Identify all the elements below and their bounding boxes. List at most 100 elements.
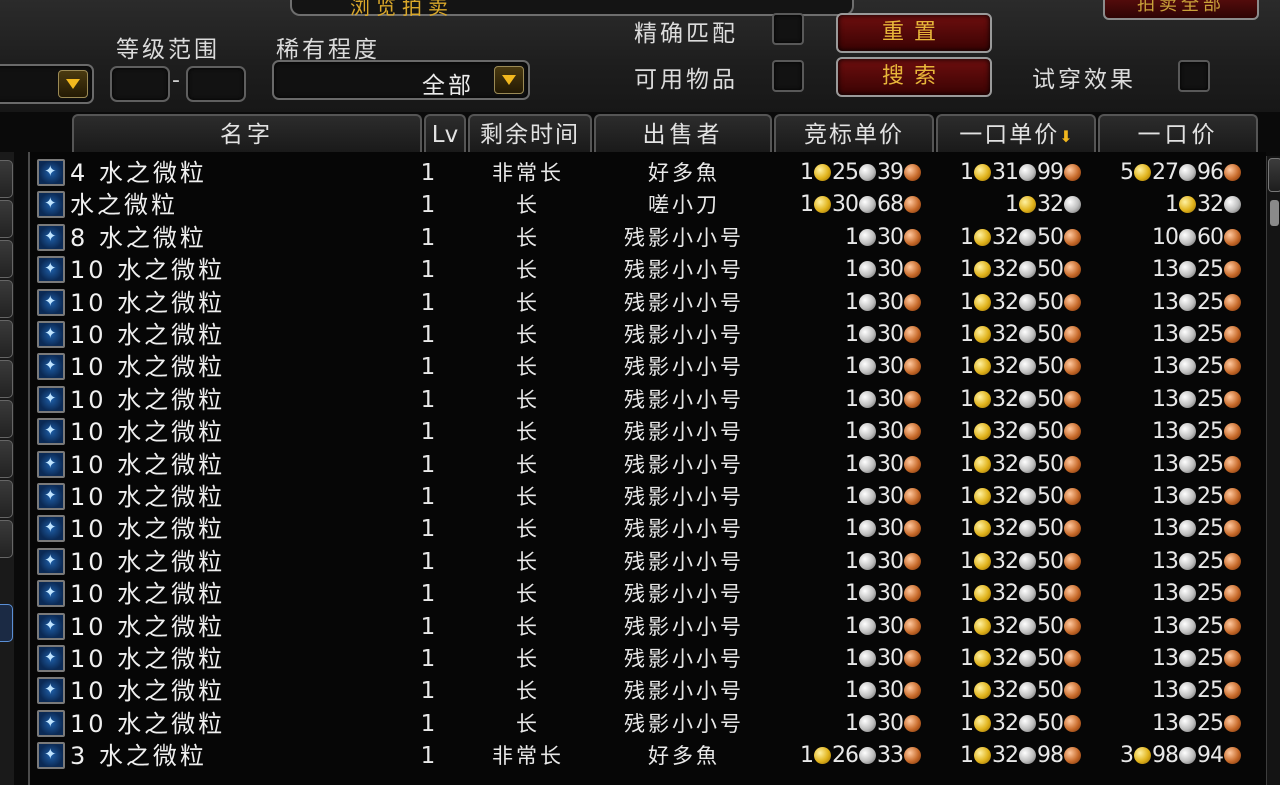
copper-amount: 50 [1037, 516, 1064, 541]
copper-coin-icon [1064, 488, 1081, 505]
auction-all-button[interactable]: 拍卖全部 [1103, 0, 1259, 20]
item-name[interactable]: 4 水之微粒 [70, 157, 207, 189]
rarity-label: 稀有程度 [276, 37, 380, 63]
table-row[interactable]: 10 水之微粒 1 长 残影小小号 1 30 1 32 50 13 25 [0, 254, 1264, 286]
table-row[interactable]: 8 水之微粒 1 长 残影小小号 1 30 1 32 50 10 60 [0, 222, 1264, 254]
copper-coin-icon [1064, 294, 1081, 311]
table-row[interactable]: 10 水之微粒 1 长 残影小小号 1 30 1 32 50 13 25 [0, 643, 1264, 675]
item-name[interactable]: 8 水之微粒 [70, 222, 207, 254]
scroll-thumb[interactable] [1270, 200, 1279, 226]
water-mote-icon[interactable] [37, 580, 65, 607]
gold-coin-icon [974, 747, 991, 764]
gold-amount: 5 [1120, 160, 1134, 185]
exact-match-checkbox[interactable] [772, 13, 804, 45]
water-mote-icon[interactable] [37, 515, 65, 542]
item-name[interactable]: 水之微粒 [70, 189, 178, 221]
water-mote-icon[interactable] [37, 289, 65, 316]
item-name[interactable]: 10 水之微粒 [70, 675, 225, 707]
table-row[interactable]: 10 水之微粒 1 长 残影小小号 1 30 1 32 50 13 25 [0, 578, 1264, 610]
water-mote-icon[interactable] [37, 645, 65, 672]
item-name[interactable]: 10 水之微粒 [70, 449, 225, 481]
usable-items-checkbox[interactable] [772, 60, 804, 92]
reset-button[interactable]: 重置 [836, 13, 992, 53]
item-name[interactable]: 3 水之微粒 [70, 740, 207, 772]
table-row[interactable]: 10 水之微粒 1 长 残影小小号 1 30 1 32 50 13 25 [0, 384, 1264, 416]
column-name[interactable]: 名字 [72, 114, 422, 152]
table-row[interactable]: 10 水之微粒 1 长 残影小小号 1 30 1 32 50 13 25 [0, 611, 1264, 643]
column-time-left[interactable]: 剩余时间 [468, 114, 592, 152]
water-mote-icon[interactable] [37, 256, 65, 283]
item-name[interactable]: 10 水之微粒 [70, 384, 225, 416]
min-level-input[interactable] [110, 66, 170, 102]
table-row[interactable]: 10 水之微粒 1 长 残影小小号 1 30 1 32 50 13 25 [0, 708, 1264, 740]
buyout-unit-price: 1 32 50 [960, 287, 1082, 319]
copper-coin-icon [904, 423, 921, 440]
water-mote-icon[interactable] [37, 353, 65, 380]
item-name[interactable]: 10 水之微粒 [70, 319, 225, 351]
water-mote-icon[interactable] [37, 742, 65, 769]
item-name[interactable]: 10 水之微粒 [70, 416, 225, 448]
search-button[interactable]: 搜索 [836, 57, 992, 97]
table-row[interactable]: 4 水之微粒 1 非常长 好多魚 1 25 39 1 31 99 5 27 96 [0, 157, 1264, 189]
max-level-input[interactable] [186, 66, 246, 102]
silver-amount: 26 [832, 743, 859, 768]
table-row[interactable]: 10 水之微粒 1 长 残影小小号 1 30 1 32 50 13 25 [0, 287, 1264, 319]
bid-unit-price: 1 30 [845, 416, 922, 448]
chevron-down-icon[interactable] [494, 66, 524, 94]
water-mote-icon[interactable] [37, 483, 65, 510]
item-name[interactable]: 10 水之微粒 [70, 254, 225, 286]
water-mote-icon[interactable] [37, 386, 65, 413]
table-row[interactable]: 10 水之微粒 1 长 残影小小号 1 30 1 32 50 13 25 [0, 351, 1264, 383]
try-on-checkbox[interactable] [1178, 60, 1210, 92]
table-row[interactable]: 10 水之微粒 1 长 残影小小号 1 30 1 32 50 13 25 [0, 513, 1264, 545]
category-dropdown[interactable] [0, 64, 94, 104]
water-mote-icon[interactable] [37, 418, 65, 445]
table-row[interactable]: 10 水之微粒 1 长 残影小小号 1 30 1 32 50 13 25 [0, 416, 1264, 448]
table-row[interactable]: 10 水之微粒 1 长 残影小小号 1 30 1 32 50 13 25 [0, 481, 1264, 513]
item-name[interactable]: 10 水之微粒 [70, 708, 225, 740]
copper-amount: 50 [1037, 484, 1064, 509]
item-name[interactable]: 10 水之微粒 [70, 513, 225, 545]
silver-amount: 1 [845, 452, 859, 477]
water-mote-icon[interactable] [37, 613, 65, 640]
column-buyout[interactable]: 一口价 [1098, 114, 1258, 152]
silver-amount: 13 [1152, 711, 1179, 736]
water-mote-icon[interactable] [37, 451, 65, 478]
item-name[interactable]: 10 水之微粒 [70, 546, 225, 578]
item-name[interactable]: 10 水之微粒 [70, 578, 225, 610]
water-mote-icon[interactable] [37, 321, 65, 348]
rarity-dropdown[interactable]: 全部 [272, 60, 530, 100]
silver-amount: 98 [1152, 743, 1179, 768]
chevron-down-icon[interactable] [58, 70, 88, 98]
scrollbar[interactable] [1266, 156, 1280, 785]
water-mote-icon[interactable] [37, 548, 65, 575]
column-lv[interactable]: Lv [424, 114, 466, 152]
table-row[interactable]: 10 水之微粒 1 长 残影小小号 1 30 1 32 50 13 25 [0, 319, 1264, 351]
item-name[interactable]: 10 水之微粒 [70, 611, 225, 643]
column-buyout-unit[interactable]: 一口单价⬇ [936, 114, 1096, 152]
water-mote-icon[interactable] [37, 191, 65, 218]
buyout-unit-price: 1 32 50 [960, 611, 1082, 643]
scroll-up-button[interactable] [1268, 158, 1280, 192]
silver-amount: 1 [845, 484, 859, 509]
buyout-unit-price: 1 32 50 [960, 416, 1082, 448]
item-name[interactable]: 10 水之微粒 [70, 643, 225, 675]
table-row[interactable]: 10 水之微粒 1 长 残影小小号 1 30 1 32 50 13 25 [0, 546, 1264, 578]
copper-coin-icon [1064, 391, 1081, 408]
column-seller[interactable]: 出售者 [594, 114, 772, 152]
silver-amount: 13 [1152, 290, 1179, 315]
item-name[interactable]: 10 水之微粒 [70, 481, 225, 513]
water-mote-icon[interactable] [37, 677, 65, 704]
table-row[interactable]: 水之微粒 1 长 嗟小刀 1 30 68 1 32 1 32 [0, 189, 1264, 221]
column-bid-unit[interactable]: 竞标单价 [774, 114, 934, 152]
table-row[interactable]: 10 水之微粒 1 长 残影小小号 1 30 1 32 50 13 25 [0, 449, 1264, 481]
item-name[interactable]: 10 水之微粒 [70, 287, 225, 319]
table-row[interactable]: 10 水之微粒 1 长 残影小小号 1 30 1 32 50 13 25 [0, 675, 1264, 707]
gold-amount: 1 [960, 387, 974, 412]
water-mote-icon[interactable] [37, 159, 65, 186]
water-mote-icon[interactable] [37, 224, 65, 251]
item-name[interactable]: 10 水之微粒 [70, 351, 225, 383]
water-mote-icon[interactable] [37, 710, 65, 737]
copper-amount: 30 [877, 419, 904, 444]
table-row[interactable]: 3 水之微粒 1 非常长 好多魚 1 26 33 1 32 98 3 98 94 [0, 740, 1264, 772]
